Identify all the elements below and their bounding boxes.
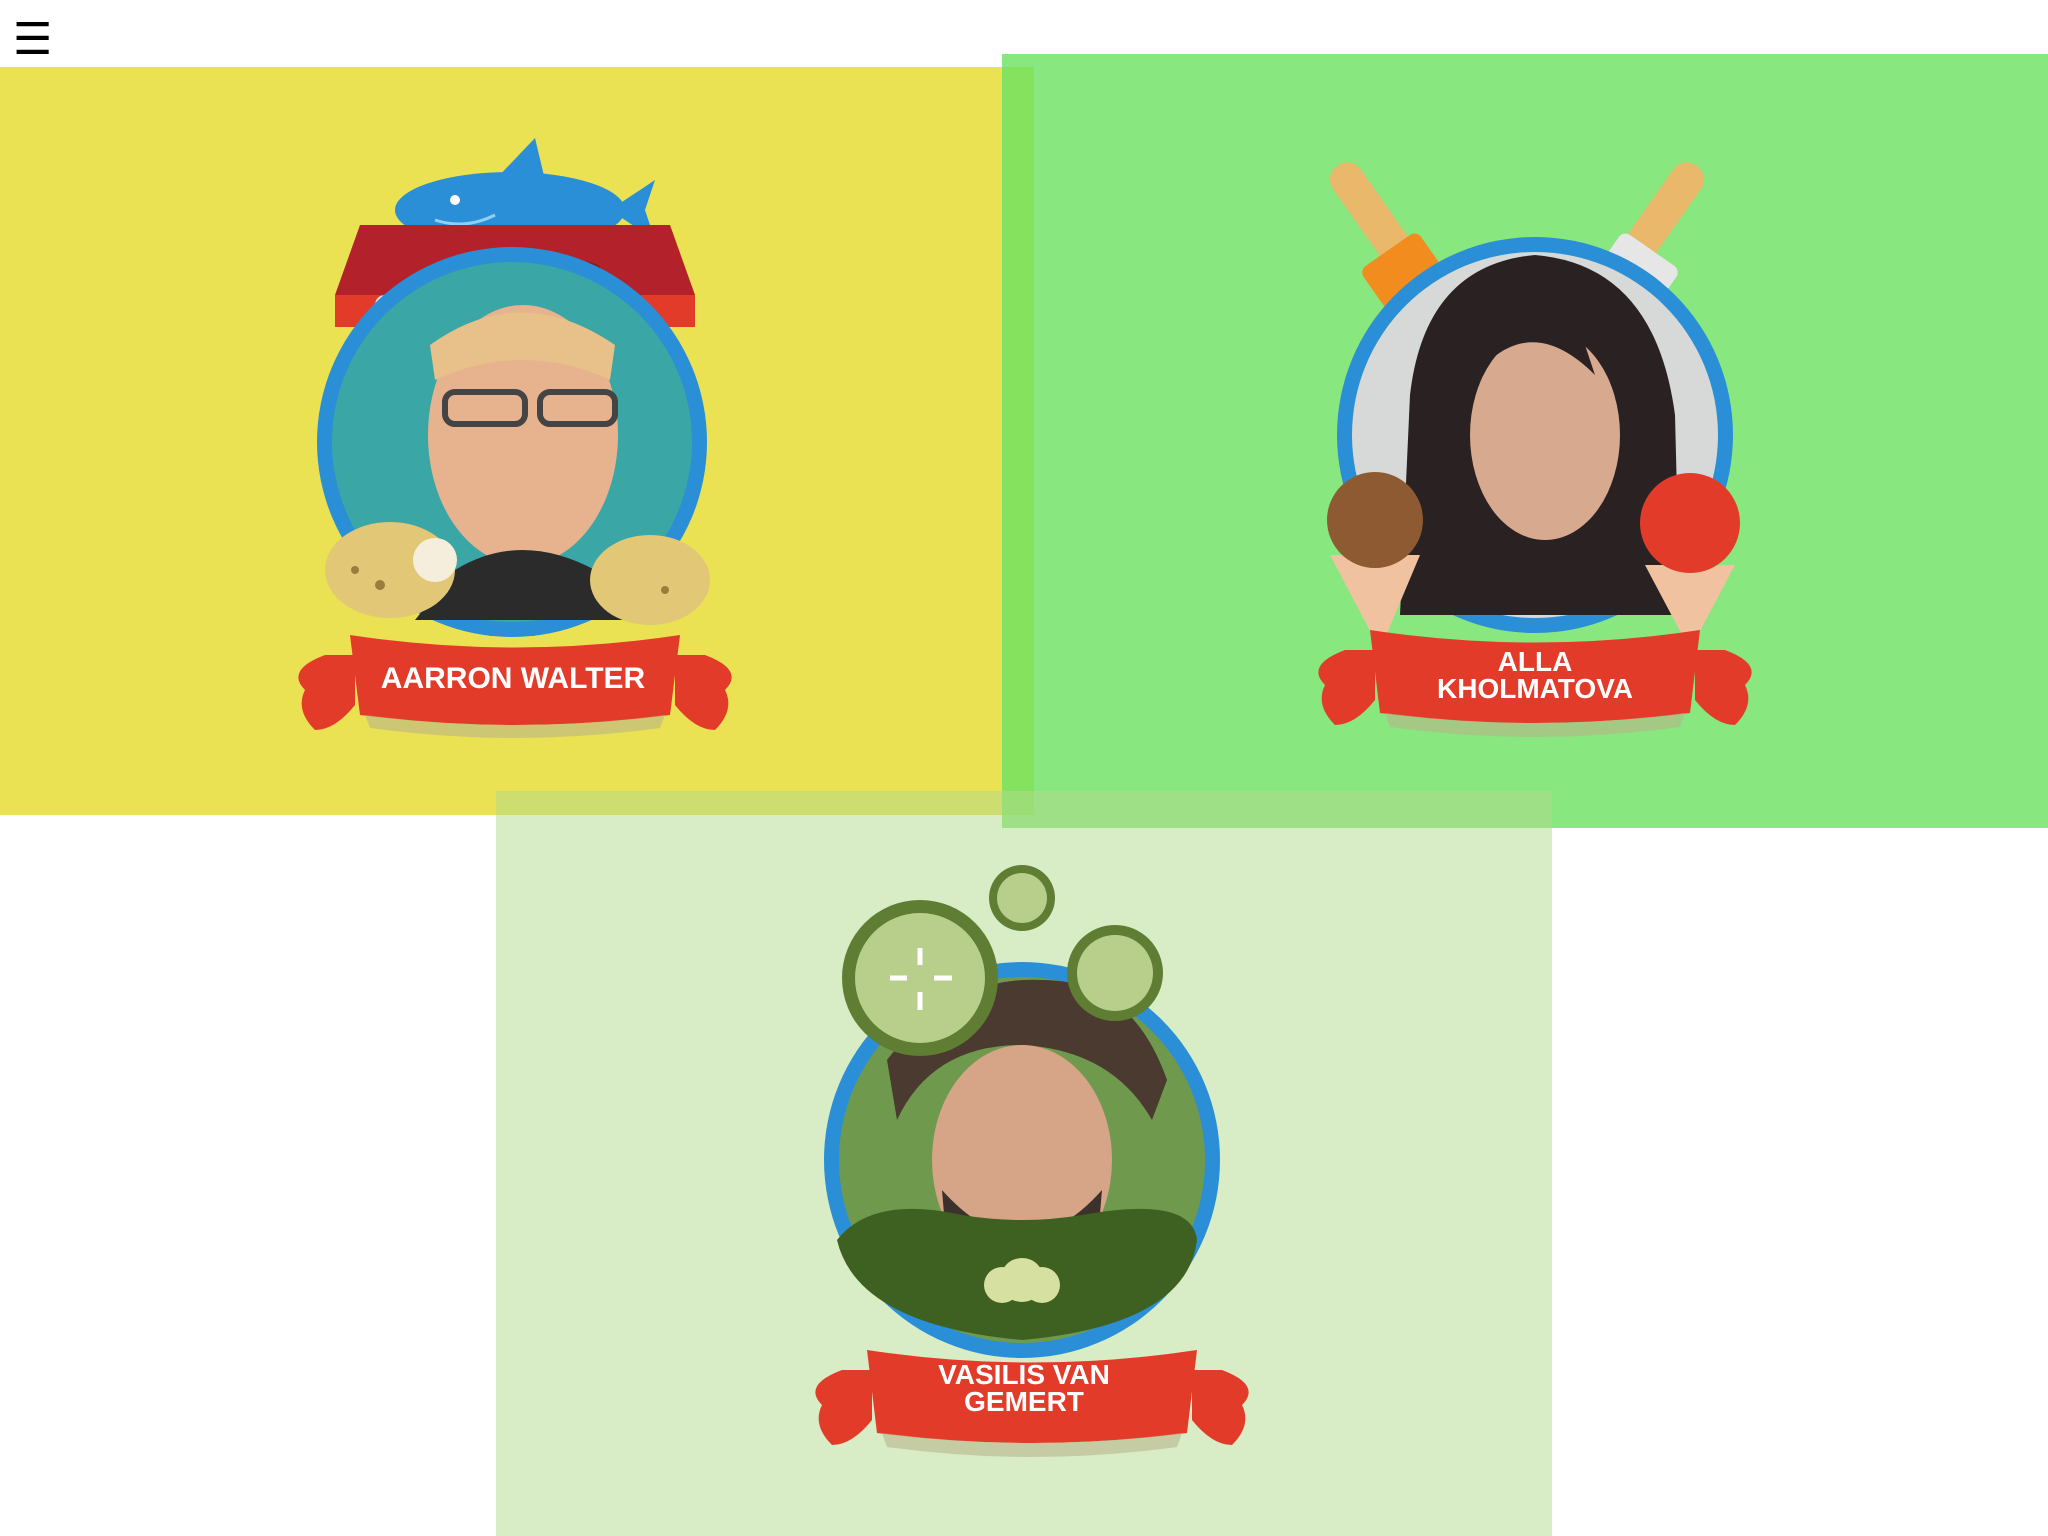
- speaker-card-alla-kholmatova[interactable]: ALLA KHOLMATOVA: [1315, 145, 1755, 760]
- speaker-name-aarron-walter: AARRON WALTER: [381, 662, 646, 695]
- speaker-name-vasilis-van-gemert-line2: GEMERT: [964, 1386, 1084, 1417]
- speaker-card-vasilis-van-gemert[interactable]: VASILIS VAN GEMERT: [812, 860, 1252, 1470]
- pickle-icon: [837, 1208, 1197, 1340]
- speaker-card-aarron-walter[interactable]: AARRON WALTER: [295, 130, 735, 760]
- speaker-name-alla-kholmatova-line2: KHOLMATOVA: [1437, 673, 1633, 704]
- hamburger-menu-icon: ☰: [13, 14, 53, 65]
- hamburger-menu-button[interactable]: ☰: [13, 18, 52, 62]
